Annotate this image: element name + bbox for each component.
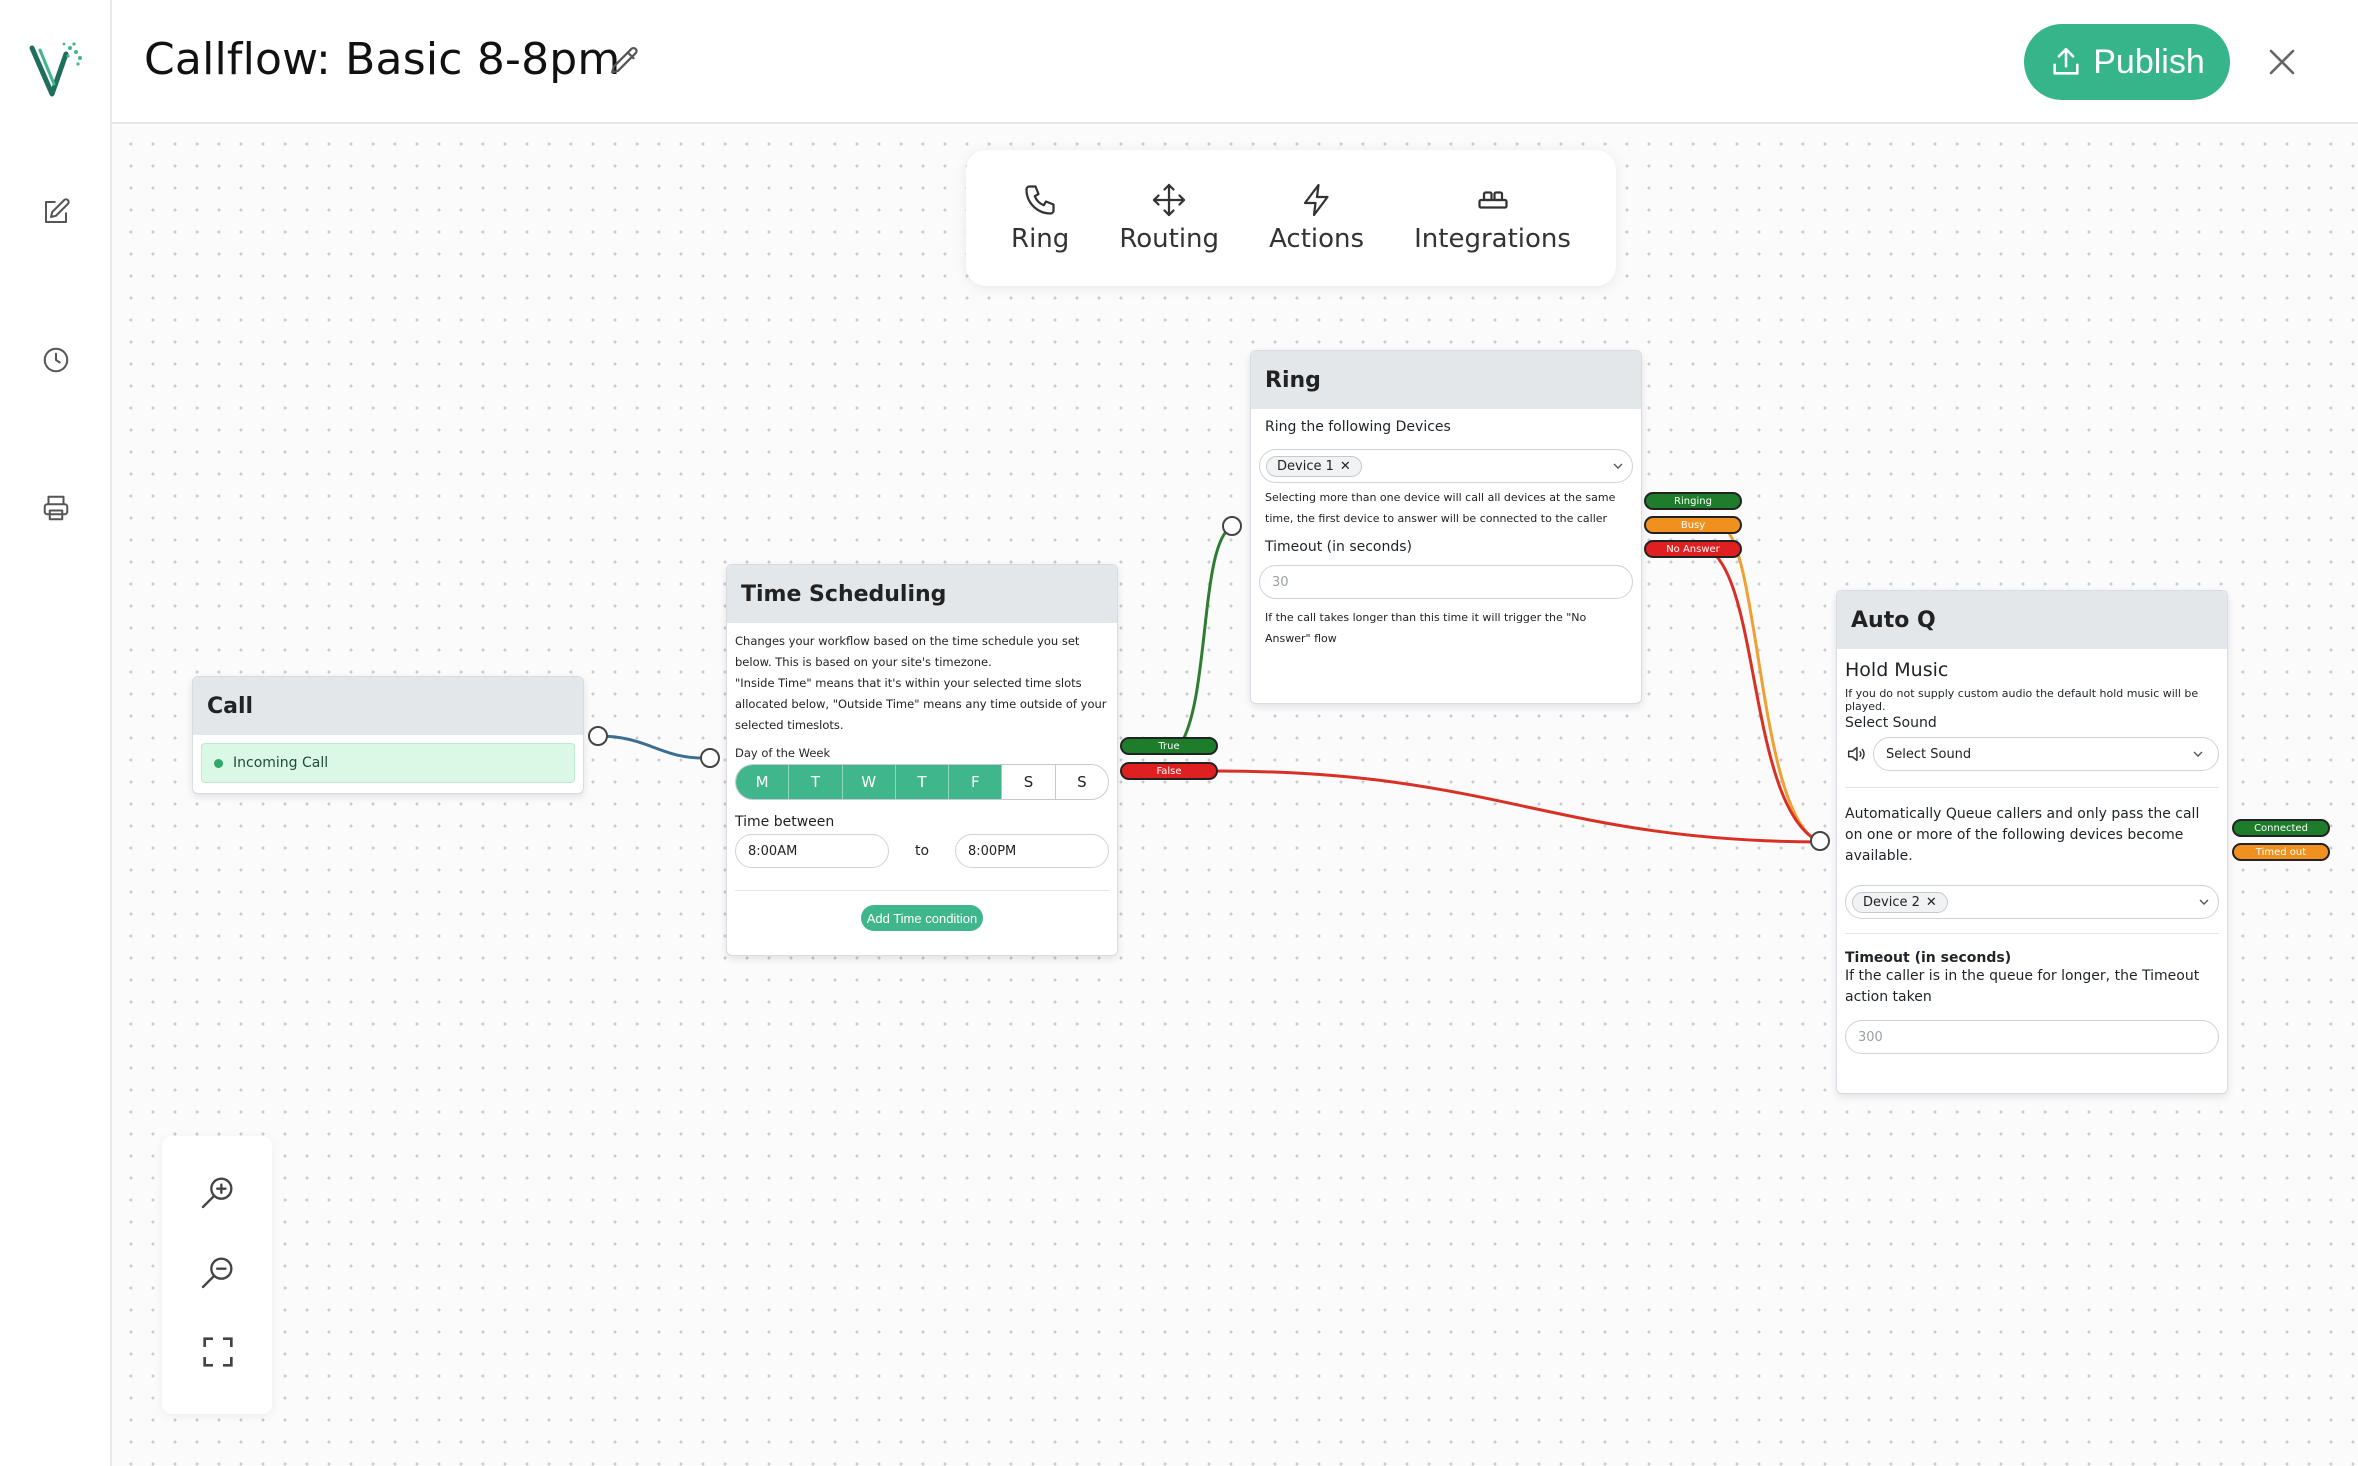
timed-out-output-tag[interactable]: Timed out	[2232, 843, 2330, 861]
connected-output-tag[interactable]: Connected	[2232, 819, 2330, 837]
palette-item-ring[interactable]: Ring	[1011, 182, 1069, 254]
call-output-port[interactable]	[588, 726, 608, 746]
phone-icon	[1025, 185, 1055, 215]
hold-music-note: If you do not supply custom audio the de…	[1845, 687, 2199, 713]
node-description-2: "Inside Time" means that it's within you…	[735, 676, 1107, 732]
busy-output-tag[interactable]: Busy	[1644, 516, 1742, 534]
palette-item-routing[interactable]: Routing	[1119, 182, 1219, 254]
palette-label: Ring	[1011, 224, 1070, 254]
queue-timeout-input[interactable]: 300	[1845, 1020, 2219, 1054]
time-scheduling-node[interactable]: Time Scheduling Changes your workflow ba…	[726, 564, 1118, 956]
queue-timeout-label: Timeout (in seconds)	[1845, 933, 2219, 966]
node-title: Call	[193, 677, 583, 735]
time-to-label: to	[914, 843, 930, 859]
time-from-input[interactable]: 8:00AM	[735, 834, 889, 868]
move-icon	[1153, 183, 1186, 217]
speaker-icon	[1847, 746, 1865, 762]
queue-text: Automatically Queue callers and only pas…	[1845, 787, 2219, 867]
remove-chip-icon[interactable]: ✕	[1926, 895, 1937, 910]
time-input-port[interactable]	[700, 748, 720, 768]
palette-label: Routing	[1119, 224, 1220, 254]
node-description: Changes your workflow based on the time …	[735, 634, 1080, 669]
select-sound-dropdown[interactable]: Select Sound	[1873, 737, 2219, 771]
palette-label: Integrations	[1414, 224, 1571, 254]
autoq-input-port[interactable]	[1810, 831, 1830, 851]
select-sound-label: Select Sound	[1845, 715, 1937, 731]
palette-item-actions[interactable]: Actions	[1269, 182, 1364, 254]
zoom-in-icon[interactable]	[198, 1172, 238, 1212]
day-toggle[interactable]: T	[789, 765, 843, 799]
fit-view-icon[interactable]	[198, 1332, 238, 1372]
devices-label: Ring the following Devices	[1265, 419, 1451, 435]
day-toggle[interactable]: S	[1002, 765, 1056, 799]
timeout-label: Timeout (in seconds)	[1265, 539, 1412, 555]
incoming-call-item: Incoming Call	[201, 743, 575, 783]
day-label: Day of the Week	[735, 746, 831, 760]
queue-timeout-note: If the caller is in the queue for longer…	[1845, 968, 2200, 1005]
app-root: Callflow: Basic 8-8pm Publish Ring Routi…	[0, 0, 2358, 1466]
node-title: Auto Q	[1837, 591, 2227, 649]
day-toggle[interactable]: F	[949, 765, 1003, 799]
device-chip-label: Device 1	[1277, 458, 1334, 474]
node-title: Time Scheduling	[727, 565, 1117, 623]
chevron-down-icon	[2193, 751, 2203, 757]
status-dot	[214, 758, 223, 768]
day-toggle[interactable]: M	[736, 765, 790, 799]
blocks-icon	[1477, 191, 1508, 209]
timeout-input[interactable]: 30	[1259, 565, 1633, 599]
false-output-tag[interactable]: False	[1120, 762, 1218, 780]
device-chip-label: Device 2	[1863, 894, 1920, 910]
device-chip: Device 1 ✕	[1266, 455, 1362, 477]
autoq-node[interactable]: Auto Q Hold Music If you do not supply c…	[1836, 590, 2228, 1094]
node-title: Ring	[1251, 351, 1641, 409]
incoming-call-label: Incoming Call	[233, 755, 329, 771]
add-time-condition-button[interactable]: Add Time condition	[860, 905, 984, 931]
edge-false-to-autoq	[1215, 769, 1821, 844]
remove-chip-icon[interactable]: ✕	[1340, 459, 1351, 474]
ring-node[interactable]: Ring Ring the following Devices Device 1…	[1250, 350, 1642, 704]
ringing-output-tag[interactable]: Ringing	[1644, 492, 1742, 510]
ring-devices-select[interactable]: Device 1 ✕	[1259, 449, 1633, 483]
time-to-input[interactable]: 8:00PM	[955, 834, 1109, 868]
select-sound-value: Select Sound	[1886, 746, 1972, 762]
device-chip: Device 2 ✕	[1852, 891, 1948, 913]
no-answer-output-tag[interactable]: No Answer	[1644, 540, 1742, 558]
node-palette: Ring Routing Actions Integrations	[966, 150, 1616, 286]
edge-true-to-ring	[1178, 525, 1233, 746]
time-between-label: Time between	[735, 814, 835, 830]
ring-input-port[interactable]	[1222, 516, 1242, 536]
day-toggle[interactable]: T	[895, 765, 950, 799]
day-toggle[interactable]: S	[1055, 765, 1108, 799]
queue-devices-select[interactable]: Device 2 ✕	[1845, 885, 2219, 919]
call-node[interactable]: Call Incoming Call	[192, 676, 584, 794]
zoom-controls	[162, 1136, 272, 1414]
day-picker: M T W T F S S	[735, 764, 1109, 800]
devices-note: Selecting more than one device will call…	[1265, 491, 1616, 525]
true-output-tag[interactable]: True	[1120, 737, 1218, 755]
edge-busy-to-autoq	[1723, 526, 1821, 844]
chevron-down-icon	[2199, 899, 2209, 905]
hold-music-title: Hold Music	[1845, 659, 1949, 681]
chevron-down-icon	[1613, 463, 1623, 469]
palette-item-integrations[interactable]: Integrations	[1414, 182, 1571, 254]
lightning-icon	[1303, 183, 1329, 217]
timeout-note: If the call takes longer than this time …	[1265, 611, 1587, 645]
zoom-out-icon[interactable]	[198, 1252, 238, 1292]
palette-label: Actions	[1269, 224, 1365, 254]
edge-call-to-time	[597, 734, 711, 760]
day-toggle[interactable]: W	[842, 765, 896, 799]
